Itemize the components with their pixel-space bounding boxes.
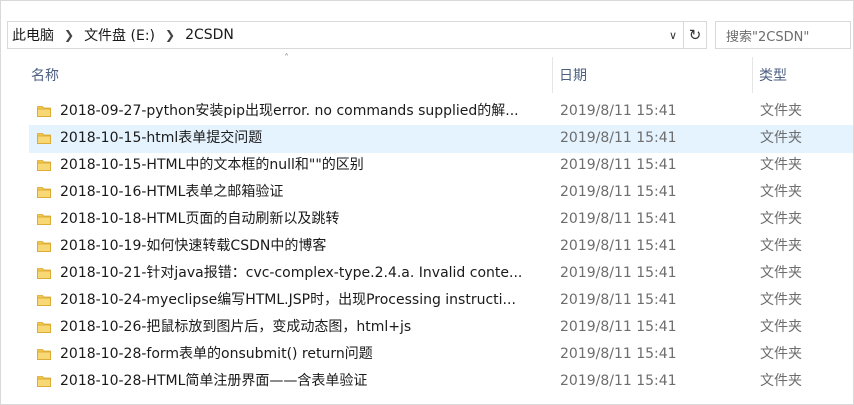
file-name: 2018-10-26-把鼠标放到图片后，变成动态图，html+js <box>60 319 412 335</box>
file-date-modified: 2019/8/11 15:41 <box>560 157 677 173</box>
file-date-modified: 2019/8/11 15:41 <box>560 103 677 119</box>
chevron-right-icon[interactable]: ❯ <box>159 28 181 42</box>
file-name: 2018-10-19-如何快速转载CSDN中的博客 <box>60 238 327 254</box>
file-name: 2018-10-24-myeclipse编写HTML.JSP时，出现Proces… <box>60 292 516 308</box>
file-name: 2018-10-16-HTML表单之邮箱验证 <box>60 184 284 200</box>
folder-icon <box>37 133 51 144</box>
column-header-type[interactable]: 类型 <box>759 57 849 93</box>
file-date-modified: 2019/8/11 15:41 <box>560 319 677 335</box>
file-list-item[interactable]: 2018-09-27-python安装pip出现error. no comman… <box>1 98 853 125</box>
file-type: 文件夹 <box>760 292 802 308</box>
folder-icon <box>37 376 51 387</box>
folder-icon <box>37 322 51 333</box>
file-name: 2018-10-28-HTML简单注册界面——含表单验证 <box>60 373 368 389</box>
file-type: 文件夹 <box>760 265 802 281</box>
file-name: 2018-10-15-html表单提交问题 <box>60 130 263 146</box>
column-header-type-label: 类型 <box>759 68 787 84</box>
file-name: 2018-10-28-form表单的onsubmit() return问题 <box>60 346 373 362</box>
file-name: 2018-10-18-HTML页面的自动刷新以及跳转 <box>60 211 340 227</box>
column-header-row: 名称 日期 类型 <box>1 57 853 93</box>
refresh-icon: ↻ <box>688 26 702 44</box>
file-list-item[interactable]: 2018-10-26-把鼠标放到图片后，变成动态图，html+js 2019/8/… <box>1 314 853 341</box>
file-type: 文件夹 <box>760 130 802 146</box>
file-date-modified: 2019/8/11 15:41 <box>560 184 677 200</box>
file-date-modified: 2019/8/11 15:41 <box>560 238 677 254</box>
file-date-modified: 2019/8/11 15:41 <box>560 130 677 146</box>
folder-icon <box>37 241 51 252</box>
folder-icon <box>37 214 51 225</box>
search-placeholder: 搜索"2CSDN" <box>726 29 810 45</box>
file-date-modified: 2019/8/11 15:41 <box>560 265 677 281</box>
file-list-item[interactable]: 2018-10-21-针对java报错：cvc-complex-type.2.4… <box>1 260 853 287</box>
file-type: 文件夹 <box>760 157 802 173</box>
file-type: 文件夹 <box>760 319 802 335</box>
file-list-item[interactable]: 2018-10-28-form表单的onsubmit() return问题 201… <box>1 341 853 368</box>
file-type: 文件夹 <box>760 373 802 389</box>
address-history-dropdown-button[interactable]: ∨ <box>663 21 683 49</box>
file-date-modified: 2019/8/11 15:41 <box>560 292 677 308</box>
file-list-item[interactable]: 2018-10-15-HTML中的文本框的null和""的区别 2019/8/11… <box>1 152 853 179</box>
chevron-down-icon: ∨ <box>668 28 678 42</box>
chevron-right-icon[interactable]: ❯ <box>58 28 80 42</box>
file-type: 文件夹 <box>760 238 802 254</box>
file-date-modified: 2019/8/11 15:41 <box>560 346 677 362</box>
file-type: 文件夹 <box>760 103 802 119</box>
file-type: 文件夹 <box>760 346 802 362</box>
folder-icon <box>37 268 51 279</box>
file-list-item[interactable]: 2018-10-28-HTML简单注册界面——含表单验证 2019/8/11 15… <box>1 368 853 395</box>
folder-icon <box>37 160 51 171</box>
folder-icon <box>37 106 51 117</box>
file-date-modified: 2019/8/11 15:41 <box>560 211 677 227</box>
file-explorer-window: 此电脑 ❯ 文件盘 (E:) ❯ 2CSDN ∨ ↻ 搜索"2CSDN" ˄ 名… <box>0 0 854 405</box>
file-list-item[interactable]: 2018-10-24-myeclipse编写HTML.JSP时，出现Proces… <box>1 287 853 314</box>
folder-icon <box>37 295 51 306</box>
file-list: 2018-09-27-python安装pip出现error. no comman… <box>1 98 853 395</box>
column-divider[interactable] <box>552 57 553 93</box>
file-name: 2018-10-21-针对java报错：cvc-complex-type.2.4… <box>60 265 523 281</box>
column-header-date[interactable]: 日期 <box>559 57 749 93</box>
breadcrumb[interactable]: 此电脑 ❯ 文件盘 (E:) ❯ 2CSDN <box>7 21 683 49</box>
refresh-button[interactable]: ↻ <box>683 21 707 49</box>
column-header-date-label: 日期 <box>559 68 587 84</box>
folder-icon <box>37 349 51 360</box>
file-list-item[interactable]: 2018-10-19-如何快速转载CSDN中的博客 2019/8/11 15:41… <box>1 233 853 260</box>
breadcrumb-this-pc[interactable]: 此电脑 <box>8 25 58 45</box>
file-type: 文件夹 <box>760 184 802 200</box>
file-list-item[interactable]: 2018-10-16-HTML表单之邮箱验证 2019/8/11 15:41 文件夹 <box>1 179 853 206</box>
breadcrumb-drive-e[interactable]: 文件盘 (E:) <box>80 25 159 45</box>
breadcrumb-current-folder[interactable]: 2CSDN <box>181 27 238 43</box>
file-type: 文件夹 <box>760 211 802 227</box>
column-header-name[interactable]: 名称 <box>31 57 551 93</box>
search-input[interactable]: 搜索"2CSDN" <box>715 21 851 49</box>
file-name: 2018-09-27-python安装pip出现error. no comman… <box>60 103 519 119</box>
file-list-item[interactable]: 2018-10-15-html表单提交问题 2019/8/11 15:41 文件夹 <box>1 125 853 153</box>
file-date-modified: 2019/8/11 15:41 <box>560 373 677 389</box>
file-list-item[interactable]: 2018-10-18-HTML页面的自动刷新以及跳转 2019/8/11 15:4… <box>1 206 853 233</box>
address-bar-row: 此电脑 ❯ 文件盘 (E:) ❯ 2CSDN ∨ ↻ 搜索"2CSDN" <box>1 1 853 49</box>
file-name: 2018-10-15-HTML中的文本框的null和""的区别 <box>60 157 364 173</box>
column-divider[interactable] <box>752 57 753 93</box>
column-header-name-label: 名称 <box>31 68 59 84</box>
folder-icon <box>37 187 51 198</box>
